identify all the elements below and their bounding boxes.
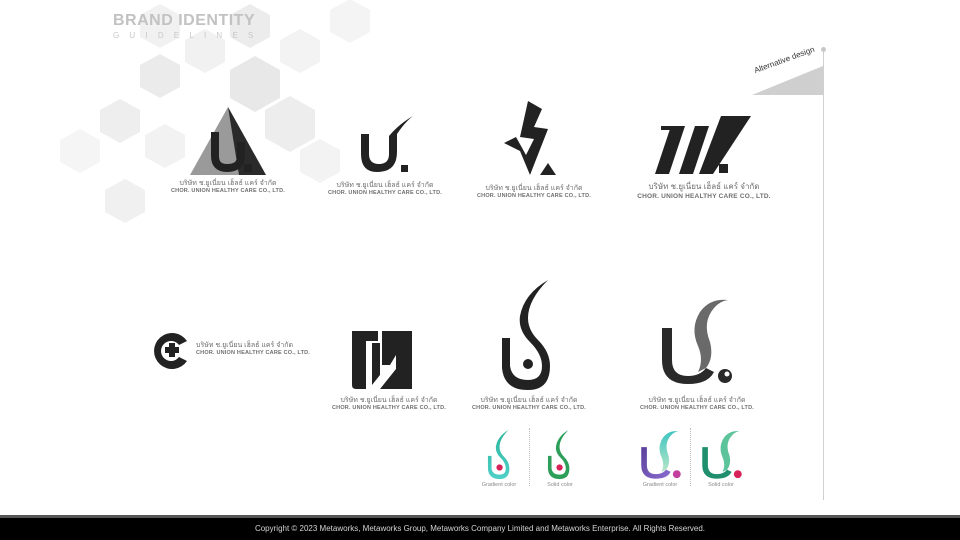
dotted-separator	[690, 428, 691, 486]
company-name-en: CHOR. UNION HEALTHY CARE CO., LTD.	[639, 405, 755, 411]
company-name-th: บริษัท ช.ยูเนี่ยน เฮ็ลธ์ แคร์ จำกัด	[480, 397, 578, 404]
flame-solid-icon	[547, 430, 570, 480]
logo-7-caption: บริษัท ช.ยูเนี่ยน เฮ็ลธ์ แคร์ จำกัด CHOR…	[469, 397, 589, 412]
company-name-th: บริษัท ช.ยูเนี่ยน เฮ็ลธ์ แคร์ จำกัด	[196, 342, 294, 349]
brand-subtitle: GUIDELINES	[113, 31, 264, 40]
company-name-en: CHOR. UNION HEALTHY CARE CO., LTD.	[331, 405, 447, 411]
brand-header: BRAND IDENTITY GUIDELINES	[113, 13, 263, 41]
company-name-th: บริษัท ช.ยูเนี่ยน เฮ็ลธ์ แคร์ จำกัด	[336, 182, 434, 189]
solid-color-label: Solid color	[708, 482, 734, 488]
footer-bar: Copyright © 2023 Metaworks, Metaworks Gr…	[0, 515, 960, 540]
gradient-color-label: Gradient color	[481, 482, 517, 488]
flame-gradient-icon	[487, 430, 510, 480]
logo-5-caption: บริษัท ช.ยูเนี่ยน เฮ็ลธ์ แคร์ จำกัด CHOR…	[196, 342, 326, 357]
company-name-en: CHOR. UNION HEALTHY CARE CO., LTD.	[196, 350, 311, 356]
gradient-color-label: Gradient color	[642, 482, 678, 488]
block-logo-icon	[352, 331, 412, 389]
logo-4-caption: บริษัท ช.ยูเนี่ยน เฮ็ลธ์ แคร์ จำกัด CHOR…	[628, 182, 780, 201]
company-name-en: CHOR. UNION HEALTHY CARE CO., LTD.	[471, 405, 587, 411]
logo-3-caption: บริษัท ช.ยูเนี่ยน เฮ็ลธ์ แคร์ จำกัด CHOR…	[474, 185, 594, 200]
circle-plus-logo-icon	[154, 333, 187, 369]
company-name-th: บริษัท ช.ยูเนี่ยน เฮ็ลธ์ แคร์ จำกัด	[648, 397, 746, 404]
stripes-logo-icon	[655, 116, 751, 174]
triangle-logo-icon	[190, 107, 266, 175]
logo-8-caption: บริษัท ช.ยูเนี่ยน เฮ็ลธ์ แคร์ จำกัด CHOR…	[636, 397, 758, 412]
dotted-separator	[529, 428, 530, 486]
vertical-divider	[823, 50, 824, 500]
pin-dot	[821, 47, 826, 52]
logo-2-caption: บริษัท ช.ยูเนี่ยน เฮ็ลธ์ แคร์ จำกัด CHOR…	[325, 182, 445, 197]
company-name-en: CHOR. UNION HEALTHY CARE CO., LTD.	[327, 190, 443, 196]
copyright-text: Copyright © 2023 Metaworks, Metaworks Gr…	[254, 524, 706, 533]
solid-color-label: Solid color	[547, 482, 573, 488]
company-name-th: บริษัท ช.ยูเนี่ยน เฮ็ลธ์ แคร์ จำกัด	[179, 180, 277, 187]
company-name-th: บริษัท ช.ยูเนี่ยน เฮ็ลธ์ แคร์ จำกัด	[485, 185, 583, 192]
flame-logo-icon	[502, 280, 550, 390]
wave-gradient-icon	[641, 431, 681, 479]
logo-6-caption: บริษัท ช.ยูเนี่ยน เฮ็ลธ์ แคร์ จำกัด CHOR…	[327, 397, 451, 412]
swoosh-logo-icon	[361, 116, 413, 172]
wave-logo-icon	[662, 299, 732, 384]
company-name-en: CHOR. UNION HEALTHY CARE CO., LTD.	[170, 188, 286, 194]
lightning-logo-icon	[504, 101, 556, 175]
company-name-en: CHOR. UNION HEALTHY CARE CO., LTD.	[476, 193, 592, 199]
company-name-en: CHOR. UNION HEALTHY CARE CO., LTD.	[637, 193, 771, 200]
brand-title: BRAND IDENTITY	[113, 12, 256, 29]
logo-1-caption: บริษัท ช.ยูเนี่ยน เฮ็ลธ์ แคร์ จำกัด CHOR…	[168, 180, 288, 195]
company-name-th: บริษัท ช.ยูเนี่ยน เฮ็ลธ์ แคร์ จำกัด	[340, 397, 438, 404]
wave-solid-icon	[702, 431, 742, 479]
company-name-th: บริษัท ช.ยูเนี่ยน เฮ็ลธ์ แคร์ จำกัด	[648, 182, 760, 191]
